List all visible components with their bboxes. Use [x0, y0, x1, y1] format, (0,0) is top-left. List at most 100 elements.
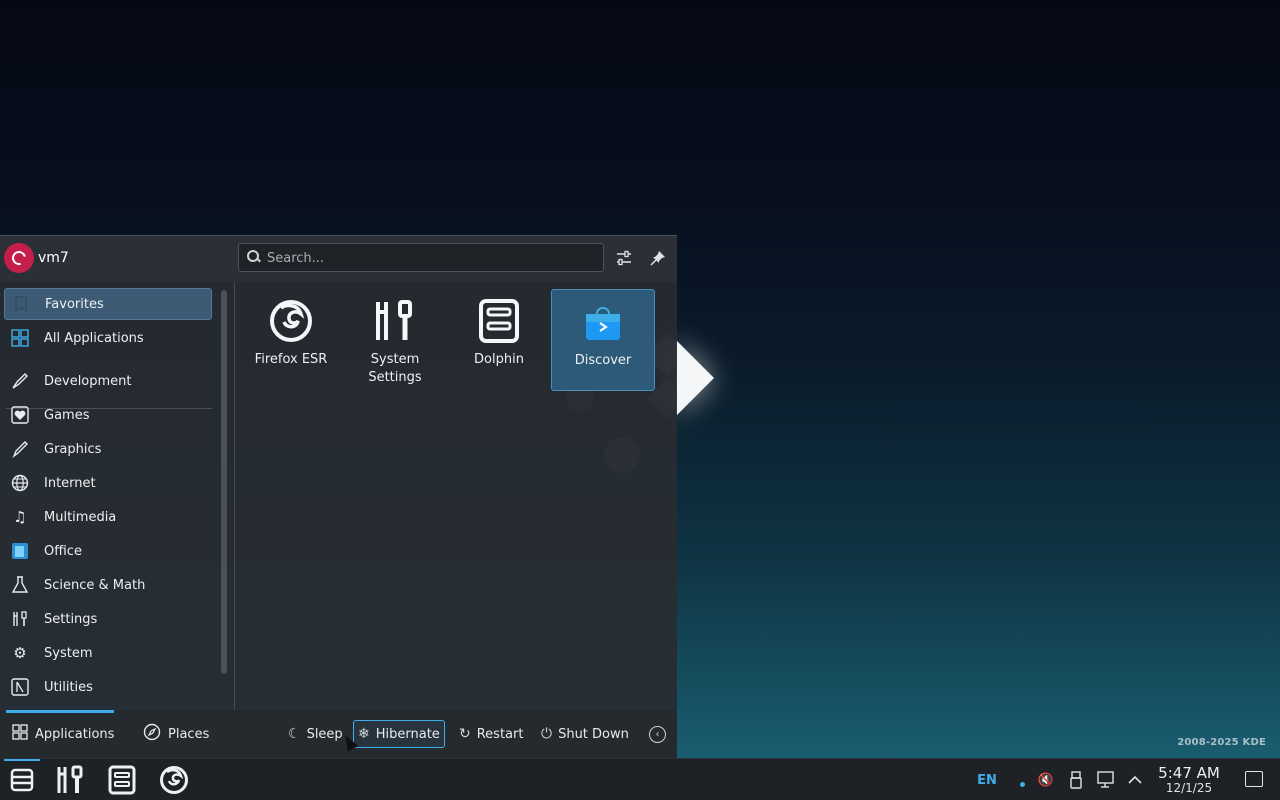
sidebar-item-label: Favorites — [45, 296, 104, 312]
sleep-button[interactable]: ☾ Sleep — [284, 720, 347, 748]
sidebar-item-label: Utilities — [44, 679, 93, 695]
restart-icon: ↻ — [459, 726, 471, 742]
app-grid-icon — [12, 724, 28, 744]
compass-icon — [143, 723, 161, 745]
launcher-footer: Applications Places ☾ Sleep ❄ Hibernate … — [0, 710, 677, 759]
application-launcher: vm7 Favorites All Applications Developme… — [0, 235, 677, 759]
clock-time[interactable]: 5:47 AM — [1155, 764, 1223, 782]
sidebar-item-label: Settings — [44, 611, 98, 627]
show-desktop-button[interactable] — [1245, 771, 1263, 787]
launcher-icon — [10, 768, 34, 792]
favorite-firefox-esr[interactable]: Firefox ESR — [239, 289, 343, 391]
hibernate-button[interactable]: ❄ Hibernate — [353, 720, 445, 748]
sidebar-item-favorites[interactable]: Favorites — [4, 288, 212, 320]
dolphin-icon — [108, 765, 136, 795]
tab-label: Places — [168, 726, 210, 742]
pin-button[interactable] — [645, 245, 671, 271]
tab-label: Applications — [35, 726, 115, 742]
favorite-label: Discover — [574, 353, 632, 368]
system-settings-icon — [369, 295, 421, 347]
sidebar-item-graphics[interactable]: Graphics — [4, 433, 212, 465]
favorite-label: System Settings — [368, 352, 422, 385]
favorite-dolphin[interactable]: Dolphin — [447, 289, 551, 391]
tab-applications[interactable]: Applications — [12, 722, 114, 746]
music-note-icon: ♫ — [13, 508, 27, 526]
sidebar-item-settings[interactable]: Settings — [4, 603, 212, 635]
hibernate-label: Hibernate — [375, 726, 440, 742]
power-icon: ⏻ — [541, 726, 553, 742]
shut-down-label: Shut Down — [558, 726, 629, 742]
category-sidebar: Favorites All Applications Development G… — [0, 284, 216, 709]
restart-label: Restart — [476, 726, 524, 742]
search-field[interactable] — [238, 243, 604, 272]
sidebar-item-label: Development — [44, 373, 132, 389]
sleep-icon: ☾ — [288, 726, 301, 742]
sidebar-item-label: Internet — [44, 475, 96, 491]
show-hidden-icons-button[interactable] — [1126, 770, 1144, 790]
sidebar-item-label: Graphics — [44, 441, 102, 457]
divider — [234, 282, 235, 710]
network-button[interactable] — [1096, 770, 1118, 790]
favorite-discover[interactable]: Discover — [551, 289, 655, 391]
search-input[interactable] — [267, 248, 587, 268]
shut-down-button[interactable]: ⏻ Shut Down — [537, 720, 633, 748]
configure-button[interactable] — [611, 245, 637, 271]
taskbar-dolphin[interactable] — [102, 762, 142, 798]
development-icon — [10, 371, 30, 391]
utilities-icon — [10, 677, 30, 697]
sidebar-item-science-math[interactable]: Science & Math — [4, 569, 212, 601]
sleep-label: Sleep — [306, 726, 343, 742]
sidebar-item-development[interactable]: Development — [4, 365, 212, 397]
favorite-label: Dolphin — [474, 352, 524, 367]
taskbar-firefox[interactable] — [154, 762, 194, 798]
games-icon — [10, 405, 30, 425]
volume-button[interactable]: 🔇 — [1036, 770, 1056, 790]
sidebar-item-multimedia[interactable]: ♫ Multimedia — [4, 501, 212, 533]
graphics-icon — [10, 439, 30, 459]
search-icon — [247, 250, 259, 262]
sidebar-item-games[interactable]: Games — [4, 399, 212, 431]
speaker-muted-icon: 🔇 — [1037, 772, 1055, 788]
avatar[interactable] — [4, 243, 34, 273]
sidebar-item-system[interactable]: ⚙ System — [4, 637, 212, 669]
more-options-button[interactable]: ‹ — [649, 726, 666, 743]
hibernate-icon: ❄ — [358, 726, 370, 742]
taskbar-system-settings[interactable] — [50, 762, 90, 798]
active-tab-indicator — [6, 710, 114, 713]
system-settings-icon — [57, 765, 83, 793]
favorite-system-settings[interactable]: System Settings — [343, 289, 447, 391]
clock-date[interactable]: 12/1/25 — [1155, 781, 1223, 795]
sidebar-item-label: System — [44, 645, 93, 661]
firefox-icon — [160, 766, 188, 794]
sidebar-item-label: Office — [44, 543, 82, 559]
restart-button[interactable]: ↻ Restart — [455, 720, 527, 748]
keyboard-layout-indicator[interactable]: EN — [975, 770, 999, 790]
gear-icon: ⚙ — [13, 644, 27, 662]
sidebar-item-label: Games — [44, 407, 90, 423]
bookmark-icon — [11, 294, 31, 314]
sidebar-scrollbar[interactable] — [221, 290, 227, 674]
chevron-up-icon — [1128, 775, 1142, 784]
application-launcher-button[interactable] — [2, 762, 42, 798]
sidebar-item-office[interactable]: Office — [4, 535, 212, 567]
chevron-left-icon: ‹ — [655, 729, 660, 740]
sidebar-item-label: Multimedia — [44, 509, 117, 525]
firefox-icon — [265, 295, 317, 347]
pin-icon — [650, 251, 665, 266]
sidebar-item-all-applications[interactable]: All Applications — [4, 322, 212, 354]
sidebar-item-label: All Applications — [44, 330, 144, 346]
tab-places[interactable]: Places — [143, 722, 209, 746]
sidebar-item-label: Science & Math — [44, 577, 146, 593]
globe-icon — [10, 473, 30, 493]
sidebar-item-internet[interactable]: Internet — [4, 467, 212, 499]
app-grid-icon — [10, 328, 30, 348]
username: vm7 — [38, 250, 69, 266]
sidebar-item-utilities[interactable]: Utilities — [4, 671, 212, 703]
taskbar: EN 🔇 5:47 AM 12/1/25 — [0, 758, 1280, 800]
notification-dot — [1016, 770, 1028, 790]
removable-devices-button[interactable] — [1066, 770, 1086, 790]
usb-drive-icon — [1070, 771, 1082, 789]
office-icon — [10, 541, 30, 561]
wallpaper-arrow — [676, 340, 714, 416]
launcher-header: vm7 — [0, 236, 677, 282]
